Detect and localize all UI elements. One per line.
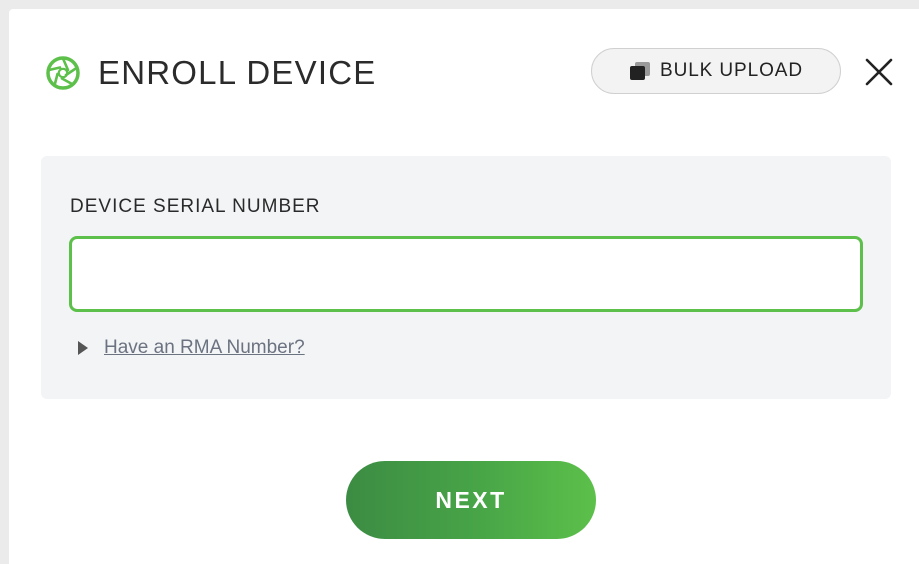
next-button[interactable]: NEXT xyxy=(346,461,596,539)
serial-number-label: DEVICE SERIAL NUMBER xyxy=(70,196,321,217)
caret-right-icon[interactable] xyxy=(77,340,89,356)
stacked-cards-icon xyxy=(630,62,651,80)
bulk-upload-label: BULK UPLOAD xyxy=(660,60,803,81)
bulk-upload-button[interactable]: BULK UPLOAD xyxy=(591,48,841,94)
close-icon[interactable] xyxy=(861,54,897,90)
modal-backdrop: ENROLL DEVICE BULK UPLOAD DEVICE SERIAL … xyxy=(0,0,919,564)
aperture-logo-icon xyxy=(46,56,80,90)
modal-title: ENROLL DEVICE xyxy=(98,54,377,91)
serial-number-input[interactable] xyxy=(69,236,863,312)
rma-number-link[interactable]: Have an RMA Number? xyxy=(104,337,305,359)
